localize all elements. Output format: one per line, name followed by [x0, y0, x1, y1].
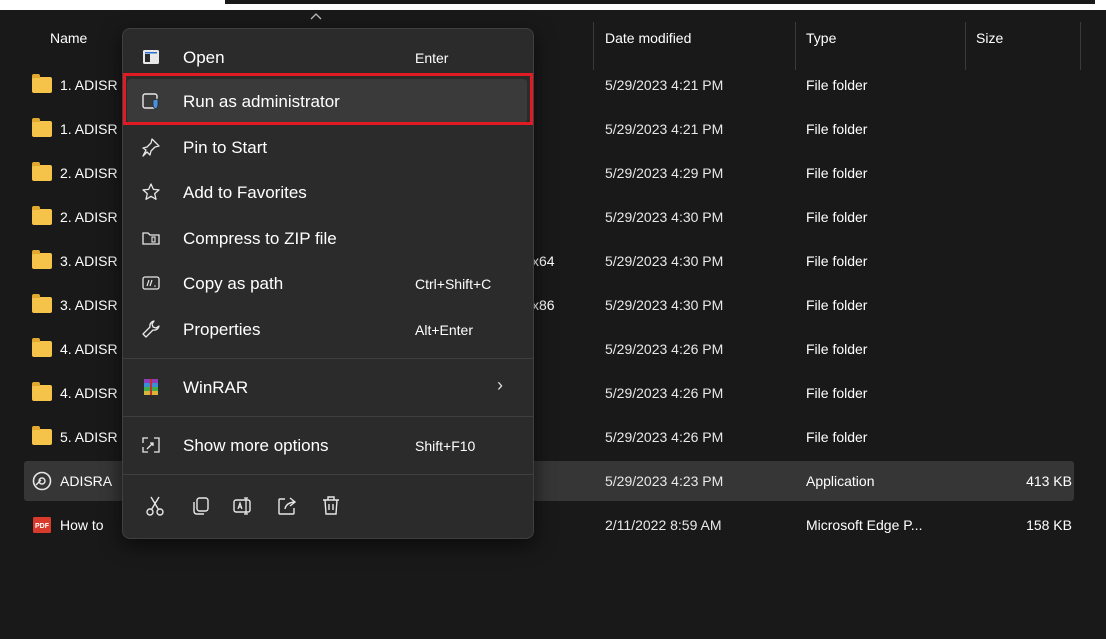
folder-icon — [32, 294, 52, 313]
file-name: 1. ADISR — [60, 121, 118, 137]
sort-chevron-icon[interactable] — [310, 12, 322, 20]
file-name-overflow: x86 — [532, 297, 555, 313]
file-name: 4. ADISR — [60, 341, 118, 357]
file-name: 2. ADISR — [60, 209, 118, 225]
file-type: File folder — [806, 297, 868, 313]
file-date: 5/29/2023 4:30 PM — [605, 297, 724, 313]
file-name: 3. ADISR — [60, 253, 118, 269]
file-name: 3. ADISR — [60, 297, 118, 313]
installer-disc-icon — [32, 471, 52, 491]
file-date: 5/29/2023 4:21 PM — [605, 77, 724, 93]
column-separator[interactable] — [1080, 22, 1081, 70]
star-icon — [142, 183, 160, 200]
menu-item-shortcut: Ctrl+Shift+C — [415, 276, 492, 292]
menu-item-compress-to-zip[interactable]: Compress to ZIP file — [127, 216, 527, 260]
file-name: How to — [60, 517, 104, 533]
show-more-icon — [142, 437, 160, 453]
menu-item-label: Pin to Start — [183, 138, 268, 157]
menu-item-label: Show more options — [183, 436, 329, 455]
menu-separator — [123, 416, 533, 417]
menu-item-show-more-options[interactable]: Show more options Shift+F10 — [127, 423, 527, 467]
menu-separator — [123, 358, 533, 359]
menu-item-label: Properties — [183, 320, 261, 339]
file-date: 5/29/2023 4:23 PM — [605, 473, 724, 489]
file-name: 4. ADISR — [60, 385, 118, 401]
file-name: 2. ADISR — [60, 165, 118, 181]
file-date: 5/29/2023 4:30 PM — [605, 253, 724, 269]
menu-separator — [123, 474, 533, 475]
file-date: 5/29/2023 4:26 PM — [605, 385, 724, 401]
folder-icon — [32, 338, 52, 357]
top-strip — [0, 0, 1106, 10]
menu-item-properties[interactable]: Properties Alt+Enter — [127, 307, 527, 351]
delete-icon[interactable] — [319, 494, 343, 518]
file-date: 5/29/2023 4:26 PM — [605, 341, 724, 357]
column-separator[interactable] — [965, 22, 966, 70]
rename-icon[interactable] — [231, 494, 255, 518]
copy-icon[interactable] — [189, 494, 213, 518]
pin-icon — [142, 138, 160, 157]
folder-icon — [32, 382, 52, 401]
file-size: 158 KB — [1026, 517, 1072, 533]
cut-icon[interactable] — [143, 494, 167, 518]
menu-item-label: Compress to ZIP file — [183, 229, 337, 248]
file-type: File folder — [806, 165, 868, 181]
file-type: File folder — [806, 341, 868, 357]
file-date: 5/29/2023 4:29 PM — [605, 165, 724, 181]
column-date[interactable]: Date modified — [605, 30, 691, 46]
file-name: 5. ADISR — [60, 429, 118, 445]
column-type[interactable]: Type — [806, 30, 836, 46]
file-name-overflow: x64 — [532, 253, 555, 269]
open-icon — [143, 50, 159, 64]
menu-item-label: Copy as path — [183, 274, 284, 293]
menu-item-add-to-favorites[interactable]: Add to Favorites — [127, 170, 527, 214]
file-name: 1. ADISR — [60, 77, 118, 93]
svg-text:PDF: PDF — [35, 523, 50, 530]
menu-item-label: WinRAR — [183, 378, 249, 397]
folder-icon — [32, 74, 52, 93]
folder-icon — [32, 250, 52, 269]
folder-icon — [32, 206, 52, 225]
file-type: File folder — [806, 253, 868, 269]
highlight-annotation-box — [123, 73, 533, 125]
pdf-icon: PDF — [33, 517, 51, 533]
menu-item-copy-as-path[interactable]: Copy as path Ctrl+Shift+C — [127, 261, 527, 305]
file-type: Application — [806, 473, 875, 489]
copy-path-icon — [142, 276, 160, 290]
file-name: ADISRA — [60, 473, 113, 489]
menu-item-shortcut: Shift+F10 — [415, 438, 476, 454]
winrar-icon — [144, 379, 158, 395]
column-size[interactable]: Size — [976, 30, 1003, 46]
file-size: 413 KB — [1026, 473, 1072, 489]
file-type: File folder — [806, 77, 868, 93]
file-type: File folder — [806, 385, 868, 401]
menu-item-winrar[interactable]: WinRAR › — [127, 365, 527, 409]
file-date: 2/11/2022 8:59 AM — [605, 517, 722, 533]
wrench-icon — [142, 320, 160, 338]
menu-item-shortcut: Enter — [415, 50, 449, 66]
menu-item-label: Open — [183, 48, 225, 67]
menu-item-label: Add to Favorites — [183, 183, 307, 202]
submenu-arrow-icon: › — [497, 375, 503, 395]
menu-item-pin-to-start[interactable]: Pin to Start — [127, 125, 527, 169]
folder-icon — [32, 118, 52, 137]
file-type: File folder — [806, 121, 868, 137]
file-date: 5/29/2023 4:21 PM — [605, 121, 724, 137]
folder-icon — [32, 162, 52, 181]
column-separator[interactable] — [795, 22, 796, 70]
file-type: File folder — [806, 209, 868, 225]
top-strip-dark — [225, 0, 1095, 4]
zip-icon — [142, 232, 160, 245]
file-date: 5/29/2023 4:26 PM — [605, 429, 724, 445]
folder-icon — [32, 426, 52, 445]
menu-item-shortcut: Alt+Enter — [415, 322, 473, 338]
column-separator[interactable] — [593, 22, 594, 70]
column-name[interactable]: Name — [50, 30, 87, 46]
file-type: Microsoft Edge P... — [806, 517, 923, 533]
share-icon[interactable] — [275, 494, 299, 518]
file-type: File folder — [806, 429, 868, 445]
file-date: 5/29/2023 4:30 PM — [605, 209, 724, 225]
